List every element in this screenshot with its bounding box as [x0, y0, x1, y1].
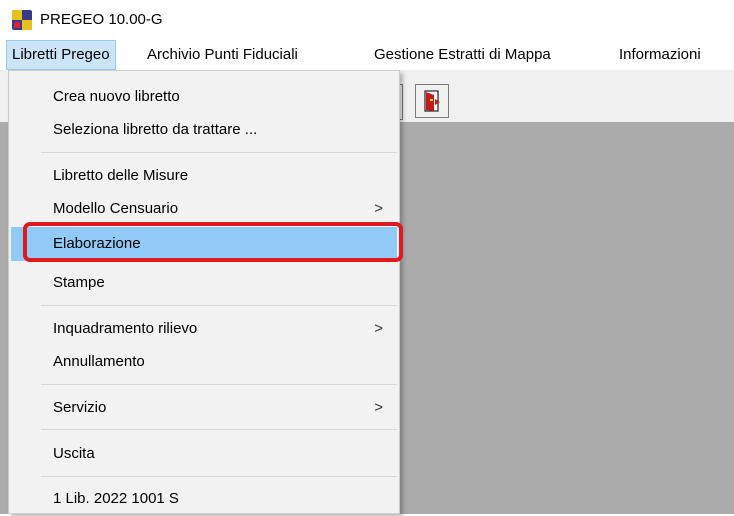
exit-door-icon: [424, 90, 440, 112]
chevron-right-icon: >: [374, 399, 383, 416]
menu-item-seleziona-libretto[interactable]: Seleziona libretto da trattare ...: [11, 113, 397, 147]
exit-toolbar-button[interactable]: [415, 84, 449, 118]
window-title: PREGEO 10.00-G: [40, 11, 163, 28]
menu-item-label: Crea nuovo libretto: [53, 88, 180, 105]
menu-item-label: 1 Lib. 2022 1001 S: [53, 490, 179, 507]
menu-gestione-estratti-di-mappa[interactable]: Gestione Estratti di Mappa: [369, 40, 556, 70]
menu-item-servizio[interactable]: Servizio >: [11, 391, 397, 425]
menu-separator: [41, 476, 397, 477]
menu-item-label: Libretto delle Misure: [53, 167, 189, 184]
menu-item-label: Stampe: [53, 274, 105, 291]
menu-item-crea-nuovo-libretto[interactable]: Crea nuovo libretto: [11, 80, 397, 114]
menu-item-label: Inquadramento rilievo: [53, 320, 198, 337]
menu-item-label: Seleziona libretto da trattare ...: [53, 121, 258, 138]
highlight-annotation-box: [23, 222, 403, 262]
menu-item-inquadramento-rilievo[interactable]: Inquadramento rilievo >: [11, 312, 397, 346]
menu-item-libretto-delle-misure[interactable]: Libretto delle Misure: [11, 159, 397, 193]
menu-item-label: Uscita: [53, 445, 95, 462]
chevron-right-icon: >: [374, 320, 383, 337]
menu-libretti-pregeo[interactable]: Libretti Pregeo: [6, 40, 116, 70]
menu-item-label: Servizio: [53, 399, 107, 416]
menu-item-stampe[interactable]: Stampe: [11, 266, 397, 300]
menu-separator: [41, 152, 397, 153]
menu-item-label: Annullamento: [53, 353, 145, 370]
menu-item-uscita[interactable]: Uscita: [11, 437, 397, 471]
menu-separator: [41, 429, 397, 430]
libretti-pregeo-dropdown: Crea nuovo libretto Seleziona libretto d…: [8, 70, 400, 514]
menu-item-recent-file[interactable]: 1 Lib. 2022 1001 S: [11, 482, 397, 516]
menu-item-label: Modello Censuario: [53, 200, 179, 217]
chevron-right-icon: >: [374, 200, 383, 217]
menu-bar: Libretti Pregeo Archivio Punti Fiduciali…: [0, 40, 734, 70]
pregeo-app-icon[interactable]: [12, 10, 32, 30]
menu-separator: [41, 384, 397, 385]
menu-archivio-punti-fiduciali[interactable]: Archivio Punti Fiduciali: [142, 40, 303, 70]
menu-separator: [41, 305, 397, 306]
menu-item-annullamento[interactable]: Annullamento: [11, 345, 397, 379]
title-bar: PREGEO 10.00-G: [0, 0, 734, 40]
menu-informazioni[interactable]: Informazioni: [614, 40, 706, 70]
menu-item-modello-censuario[interactable]: Modello Censuario >: [11, 192, 397, 226]
